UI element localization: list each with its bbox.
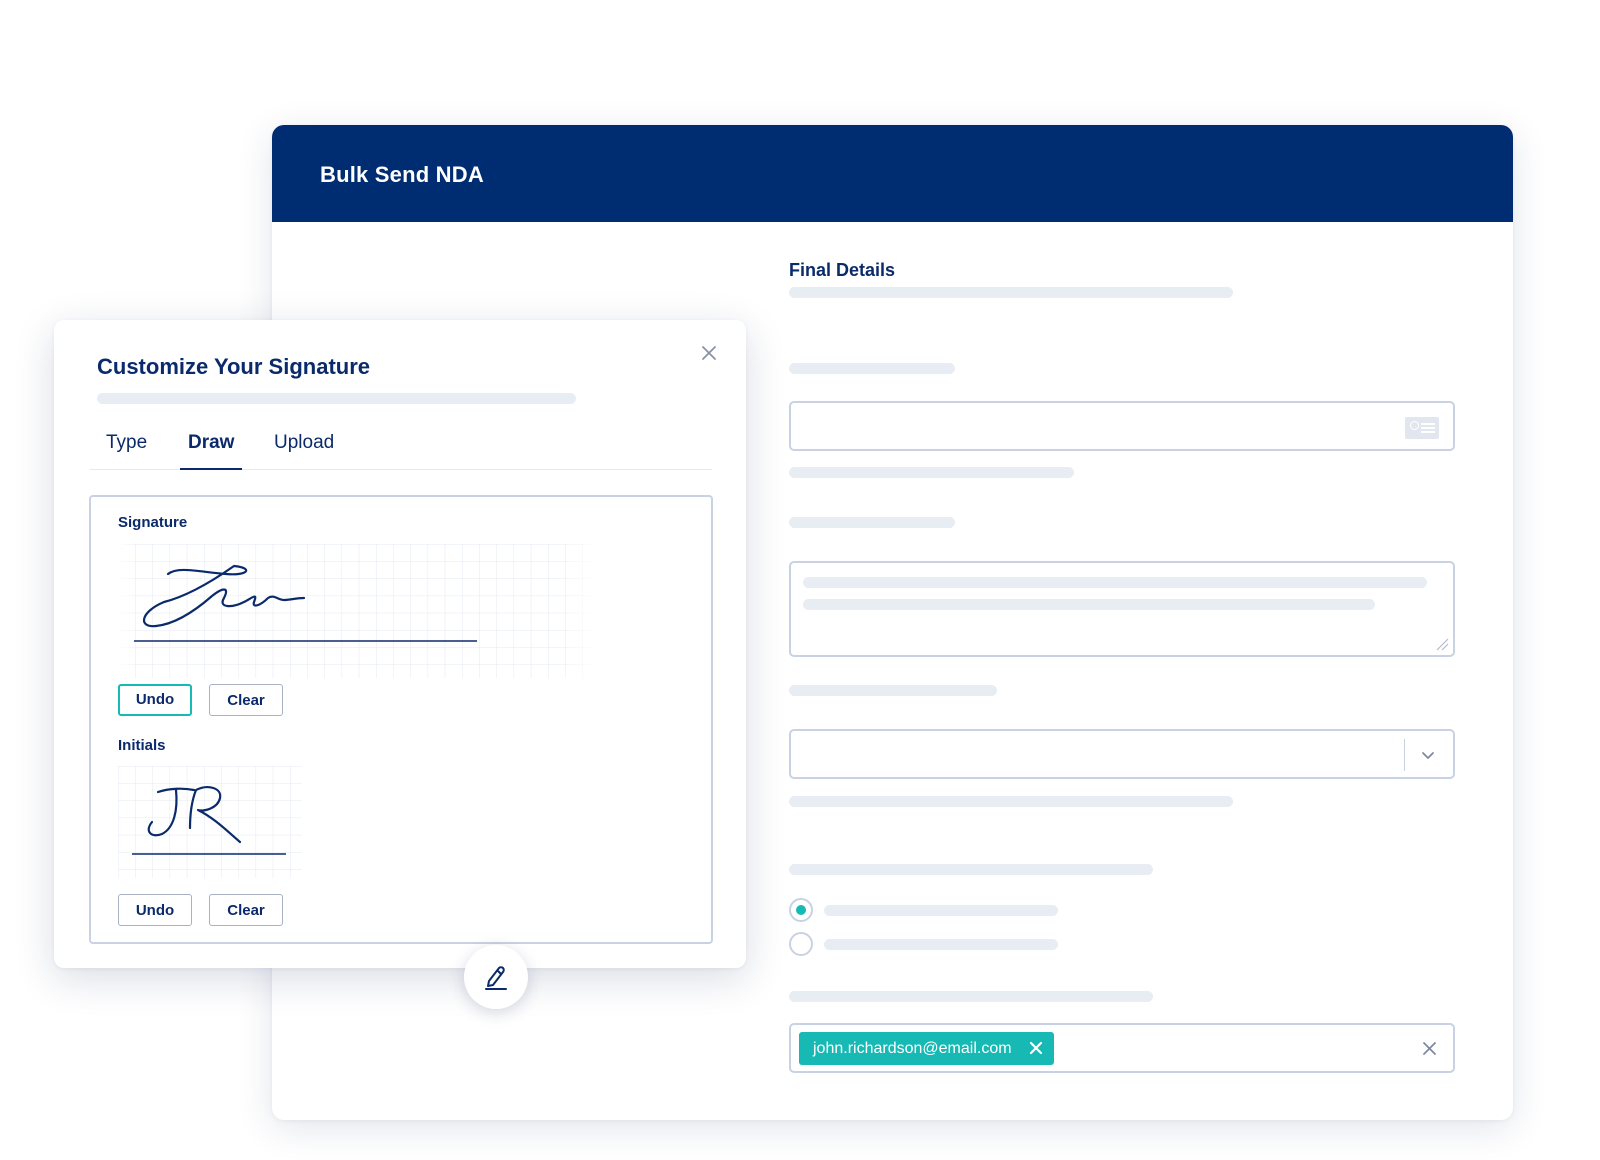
- field-label-placeholder: [789, 517, 955, 528]
- clear-all-icon[interactable]: [1422, 1041, 1437, 1056]
- select-field[interactable]: [789, 729, 1455, 779]
- initials-undo-button[interactable]: Undo: [118, 894, 192, 926]
- radio-option-2[interactable]: [789, 932, 813, 956]
- field-label-placeholder: [789, 363, 955, 374]
- section-title: Final Details: [789, 260, 896, 280]
- chevron-down-icon[interactable]: [1419, 746, 1437, 764]
- tab-upload[interactable]: Upload: [266, 428, 342, 470]
- signature-label: Signature: [118, 514, 188, 531]
- recipients-field[interactable]: john.richardson@email.com: [789, 1023, 1455, 1073]
- tab-draw[interactable]: Draw: [180, 428, 243, 470]
- close-icon[interactable]: [700, 344, 718, 362]
- radio-option-1[interactable]: [789, 898, 813, 922]
- radio-label-placeholder: [824, 905, 1058, 916]
- signature-undo-button[interactable]: Undo: [118, 684, 192, 716]
- radio-label-placeholder: [824, 939, 1058, 950]
- initials-clear-button[interactable]: Clear: [209, 894, 283, 926]
- modal-title: Customize Your Signature: [97, 354, 371, 379]
- signature-modal: Customize Your Signature Type Draw Uploa…: [54, 320, 746, 968]
- textarea-field[interactable]: [789, 561, 1455, 657]
- pencil-icon: [485, 966, 507, 990]
- select-divider: [1403, 739, 1405, 771]
- helper-text-placeholder: [789, 467, 1074, 478]
- radio-group-label-placeholder: [789, 864, 1153, 875]
- close-icon[interactable]: [1028, 1040, 1044, 1056]
- signature-tabs: Type Draw Upload: [90, 428, 712, 470]
- initials-label: Initials: [118, 737, 166, 754]
- tab-type[interactable]: Type: [98, 428, 155, 470]
- contact-card-icon[interactable]: [1405, 417, 1439, 439]
- initials-canvas[interactable]: [118, 766, 302, 878]
- field-label-placeholder: [789, 991, 1153, 1002]
- helper-text-placeholder: [789, 796, 1233, 807]
- email-chip[interactable]: john.richardson@email.com: [799, 1032, 1054, 1065]
- draw-panel: Signature Undo Clear Initials Undo Clear: [89, 495, 713, 944]
- edit-signature-button[interactable]: [464, 945, 528, 1009]
- signature-clear-button[interactable]: Clear: [209, 684, 283, 716]
- window-title: Bulk Send NDA: [320, 162, 484, 187]
- email-chip-label: john.richardson@email.com: [813, 1040, 1012, 1057]
- textarea-content-placeholder: [803, 599, 1375, 610]
- text-input-field[interactable]: [789, 401, 1455, 451]
- signature-canvas[interactable]: [118, 544, 598, 678]
- modal-subtitle-placeholder: [97, 393, 576, 404]
- field-label-placeholder: [789, 685, 997, 696]
- resize-grip-icon[interactable]: [1435, 637, 1449, 651]
- window-header: Bulk Send NDA: [272, 125, 1513, 222]
- placeholder-text: [789, 287, 1233, 298]
- textarea-content-placeholder: [803, 577, 1427, 588]
